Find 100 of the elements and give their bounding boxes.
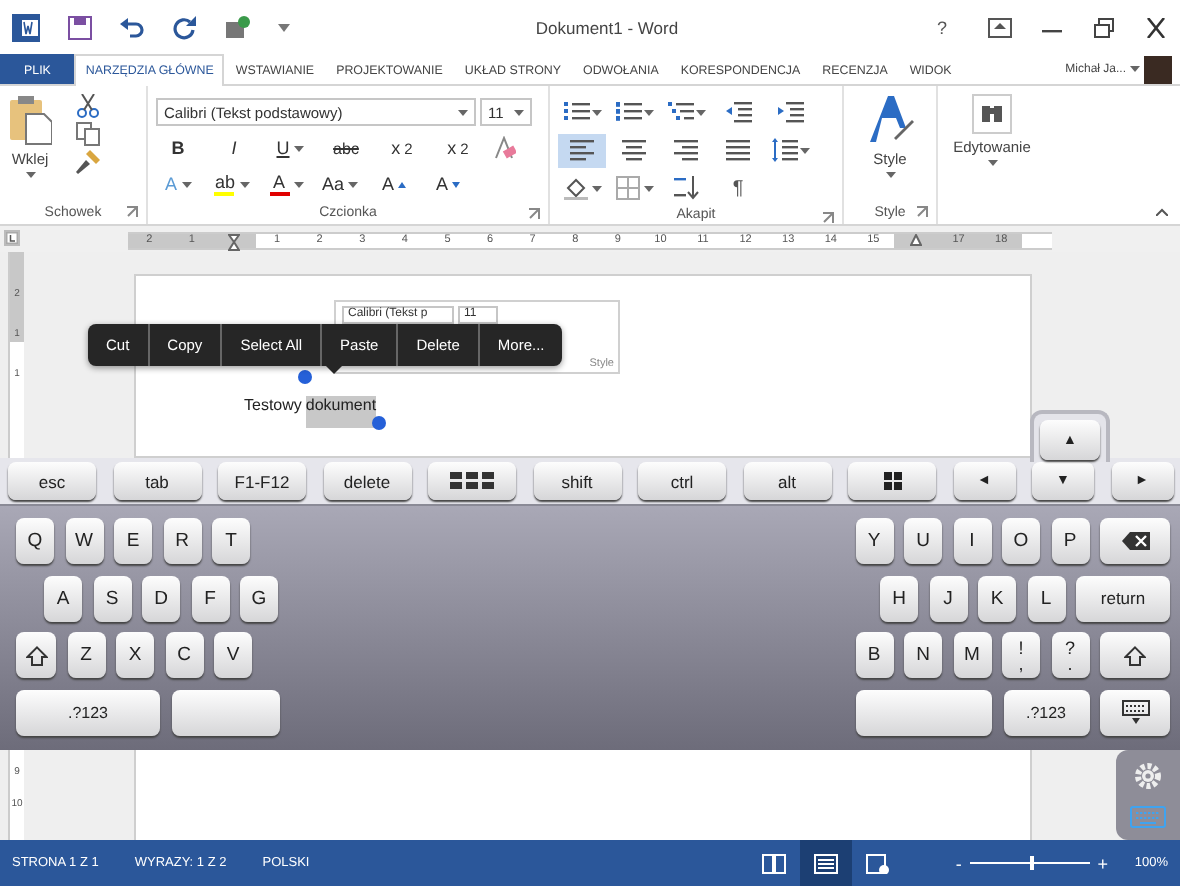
save-icon[interactable] — [68, 15, 92, 39]
letter-key[interactable]: Q — [16, 518, 54, 564]
highlight-button[interactable]: ab — [210, 168, 254, 200]
shrink-font-button[interactable]: A — [426, 168, 471, 200]
copy-icon[interactable] — [76, 122, 100, 146]
letter-key[interactable]: W — [65, 518, 103, 564]
align-left-button[interactable] — [558, 133, 606, 167]
italic-button[interactable]: I — [212, 132, 256, 164]
letter-key[interactable]: F — [191, 575, 229, 621]
punctuation-key[interactable]: ! , — [1002, 632, 1040, 678]
return-key[interactable]: return — [1076, 575, 1170, 621]
zoom-in-button[interactable]: + — [1096, 853, 1109, 873]
selected-text: dokument — [305, 396, 377, 428]
letter-key[interactable]: H — [880, 575, 918, 621]
gear-icon[interactable] — [1134, 762, 1162, 790]
format-painter-icon[interactable] — [76, 150, 100, 174]
numbering-icon — [615, 100, 641, 124]
customize-icon[interactable] — [278, 23, 290, 31]
letter-key[interactable]: S — [93, 575, 131, 621]
restore-icon[interactable] — [1092, 17, 1116, 37]
read-view-icon — [762, 853, 787, 873]
function-key[interactable]: esc — [8, 462, 96, 500]
space-key[interactable] — [856, 689, 992, 735]
undo-icon[interactable] — [120, 15, 144, 39]
change-case-button[interactable]: Aa — [318, 168, 363, 200]
letter-key[interactable]: A — [44, 575, 82, 621]
indent-marker-icon[interactable] — [228, 234, 241, 252]
letter-key[interactable]: L — [1027, 575, 1065, 621]
avatar[interactable] — [1144, 55, 1172, 83]
letter-key[interactable]: G — [240, 575, 278, 621]
letter-key[interactable]: P — [1051, 518, 1089, 564]
decrease-indent-icon — [725, 100, 751, 124]
font-color-button[interactable]: A — [264, 168, 308, 200]
windows-key[interactable] — [848, 462, 936, 500]
function-key[interactable]: ctrl — [638, 462, 726, 500]
function-key[interactable]: delete — [323, 462, 411, 500]
function-key[interactable]: alt — [743, 462, 831, 500]
shift-key[interactable] — [1100, 632, 1170, 678]
print-view-button[interactable] — [800, 840, 853, 886]
dialog-launcher-icon[interactable] — [126, 206, 138, 218]
strikethrough-button[interactable]: abc — [324, 132, 368, 164]
show-marks-button[interactable]: ¶ — [714, 171, 762, 205]
close-icon[interactable] — [1144, 17, 1168, 37]
bold-button[interactable]: B — [156, 132, 200, 164]
ribbon-display-icon[interactable] — [988, 17, 1012, 37]
space-key[interactable] — [171, 689, 279, 735]
punctuation-key[interactable]: ? . — [1051, 632, 1089, 678]
dialog-launcher-icon[interactable] — [916, 206, 928, 218]
dialog-launcher-icon[interactable] — [822, 212, 834, 224]
scissors-icon[interactable] — [76, 94, 100, 118]
slider-thumb[interactable] — [1030, 856, 1035, 870]
collapse-ribbon-icon[interactable] — [1156, 208, 1168, 216]
letter-key[interactable]: N — [904, 632, 942, 678]
zoom-out-button[interactable]: - — [952, 853, 965, 873]
letter-key[interactable]: O — [1002, 518, 1040, 564]
grow-font-button[interactable]: A — [372, 168, 417, 200]
touch-mode-icon[interactable] — [224, 15, 250, 39]
help-button[interactable]: ? — [924, 9, 960, 45]
print-view-icon — [814, 853, 839, 873]
function-key[interactable]: shift — [533, 462, 621, 500]
grid-icon — [450, 472, 494, 490]
letter-key[interactable]: I — [953, 518, 991, 564]
letter-key[interactable]: B — [855, 632, 893, 678]
letter-key[interactable]: K — [978, 575, 1016, 621]
shading-icon — [563, 176, 589, 200]
numbers-key[interactable]: .?123 — [16, 689, 160, 735]
styles-icon — [866, 94, 914, 146]
letter-key[interactable]: J — [929, 575, 967, 621]
layout-key[interactable] — [428, 462, 516, 500]
app-logo-icon[interactable] — [12, 13, 40, 41]
dialog-launcher-icon[interactable] — [528, 208, 540, 220]
caret-icon — [591, 185, 601, 191]
document-text: Testowy — [244, 396, 302, 416]
right-indent-marker-icon[interactable] — [909, 234, 922, 246]
letter-key[interactable]: E — [114, 518, 152, 564]
backspace-key[interactable] — [1100, 518, 1170, 564]
letter-key[interactable]: T — [212, 518, 250, 564]
letter-key[interactable]: X — [116, 632, 154, 678]
shift-key[interactable] — [16, 632, 56, 678]
multilevel-list-icon — [667, 100, 693, 124]
caret-icon — [514, 109, 524, 115]
redo-icon[interactable] — [172, 15, 196, 39]
letter-key[interactable]: M — [953, 632, 991, 678]
underline-button[interactable]: U — [268, 132, 312, 164]
function-key[interactable]: F1-F12 — [218, 462, 306, 500]
letter-key[interactable]: R — [163, 518, 201, 564]
hide-keyboard-key[interactable] — [1100, 689, 1170, 735]
letter-key[interactable]: V — [214, 632, 252, 678]
numbers-key[interactable]: .?123 — [1003, 689, 1089, 735]
line-spacing-button[interactable] — [766, 133, 814, 167]
clear-formatting-icon[interactable] — [492, 136, 516, 160]
letter-key[interactable]: D — [142, 575, 180, 621]
letter-key[interactable]: C — [165, 632, 203, 678]
binoculars-icon — [972, 94, 1012, 134]
function-key[interactable]: tab — [113, 462, 201, 500]
letter-key[interactable]: Z — [67, 632, 105, 678]
letter-key[interactable]: U — [904, 518, 942, 564]
window-title: Dokument1 - Word — [533, 17, 681, 37]
tab-selector-icon[interactable] — [4, 230, 20, 246]
letter-key[interactable]: Y — [855, 518, 893, 564]
